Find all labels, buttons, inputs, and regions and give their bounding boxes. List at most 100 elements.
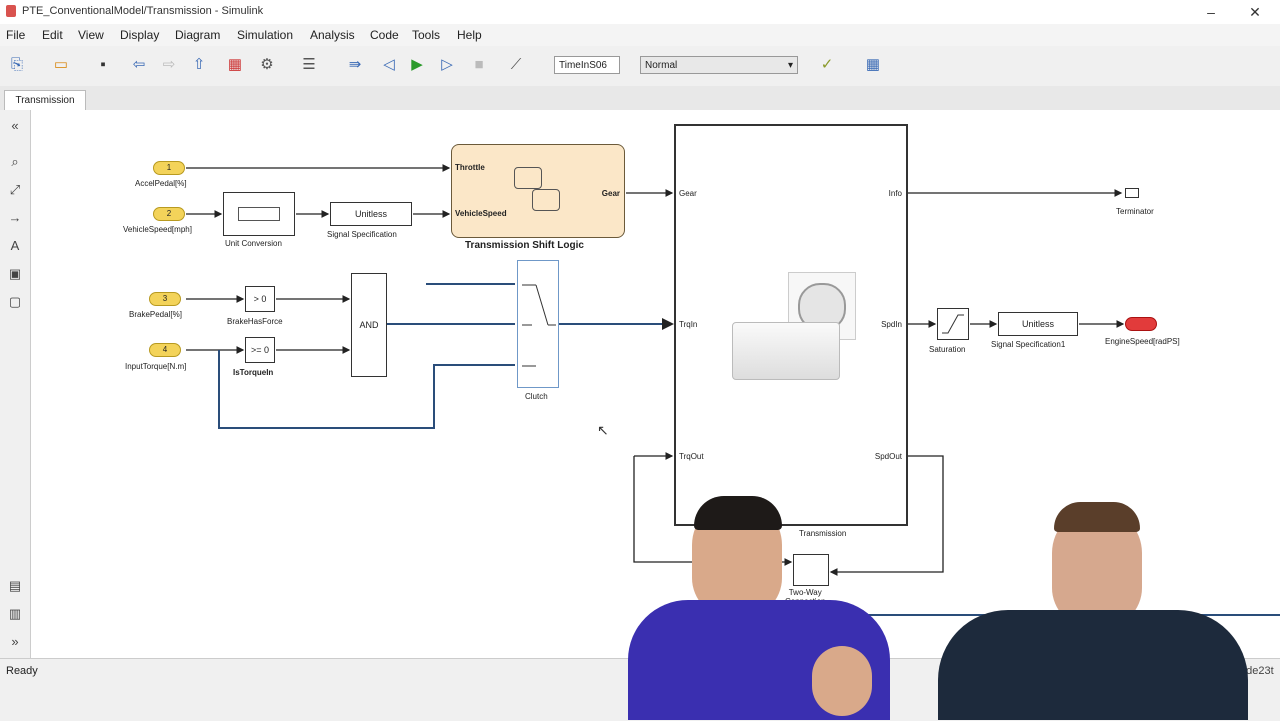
status-text: Ready — [6, 665, 38, 677]
shift-logic-chart[interactable]: Throttle VehicleSpeed Gear — [451, 144, 625, 238]
toolbar: ⎘ ▭ ▪ ⇦ ⇨ ⇧ ▦ ⚙ ☰ ⇛ ◁ ▶ ▷ ■ ⟋ TimeInS06 … — [0, 46, 1280, 87]
inport-4[interactable]: 4 — [149, 343, 181, 357]
terminator-label: Terminator — [1116, 207, 1154, 216]
compare-brake-block[interactable]: > 0 — [245, 286, 275, 312]
tab-transmission[interactable]: Transmission — [4, 90, 86, 111]
terminator-block[interactable] — [1125, 188, 1139, 198]
unit-conversion-label: Unit Conversion — [225, 239, 282, 248]
shift-logic-label: Transmission Shift Logic — [465, 240, 584, 251]
transmission-icon — [732, 322, 840, 380]
and-logic-block[interactable]: AND — [351, 273, 387, 377]
menu-tools[interactable]: Tools — [412, 28, 440, 42]
breadcrumb-tabstrip: Transmission — [0, 86, 1280, 111]
area-icon[interactable]: ▢ — [5, 292, 25, 312]
signal-specification1-label: Signal Specification1 — [991, 340, 1066, 349]
menu-file[interactable]: File — [6, 28, 25, 42]
switch-icon — [522, 284, 556, 367]
open-folder-icon[interactable]: ▭ — [50, 54, 72, 76]
menu-view[interactable]: View — [78, 28, 104, 42]
clutch-label: Clutch — [525, 392, 548, 401]
expand-icon[interactable]: » — [5, 632, 25, 652]
annotation-icon[interactable]: A — [5, 236, 25, 256]
menu-bar: File Edit View Display Diagram Simulatio… — [0, 24, 1280, 46]
port-gear-in: Gear — [679, 189, 697, 198]
property-inspector-icon[interactable]: ▥ — [5, 604, 25, 624]
port-vehiclespeed: VehicleSpeed — [455, 209, 507, 218]
model-explorer-icon[interactable]: ☰ — [298, 54, 320, 76]
step-backward-icon[interactable]: ◁ — [378, 54, 400, 76]
signal-specification1-block[interactable]: Unitless — [998, 312, 1078, 336]
step-back-icon[interactable]: ⇛ — [344, 54, 366, 76]
up-arrow-icon[interactable]: ⇧ — [188, 54, 210, 76]
transmission-subsystem[interactable]: Gear Info TrqIn SpdIn TrqOut SpdOut — [674, 124, 908, 526]
inport-1[interactable]: 1 — [153, 161, 185, 175]
inport-3[interactable]: 3 — [149, 292, 181, 306]
compare-torque-block[interactable]: >= 0 — [245, 337, 275, 363]
inport-2-label: VehicleSpeed[mph] — [123, 225, 192, 234]
menu-help[interactable]: Help — [457, 28, 482, 42]
outport-label: EngineSpeed[radPS] — [1105, 337, 1180, 346]
port-gear-out: Gear — [601, 189, 620, 198]
state-icon-b — [532, 189, 560, 211]
inport-1-label: AccelPedal[%] — [135, 179, 187, 188]
inport-2[interactable]: 2 — [153, 207, 185, 221]
fit-to-view-icon[interactable]: ⤢ — [5, 180, 25, 200]
menu-diagram[interactable]: Diagram — [175, 28, 220, 42]
presenter-video-left — [628, 496, 890, 720]
model-advisor-icon[interactable]: ✓ — [816, 54, 838, 76]
image-icon[interactable]: ▣ — [5, 264, 25, 284]
clutch-switch-block[interactable] — [517, 260, 559, 388]
new-model-icon[interactable]: ⎘ — [6, 54, 28, 76]
arrow-icon[interactable]: → — [5, 208, 25, 228]
run-icon[interactable]: ▶ — [406, 54, 428, 76]
port-trqin: TrqIn — [679, 320, 698, 329]
save-icon[interactable]: ▪ — [92, 54, 114, 76]
stop-time-field[interactable]: TimeInS06 — [554, 56, 620, 74]
hide-explorer-icon[interactable]: « — [5, 116, 25, 136]
back-arrow-icon[interactable]: ⇦ — [128, 54, 150, 76]
zoom-icon[interactable]: ⌕ — [5, 152, 25, 172]
minimize-button[interactable]: – — [1200, 2, 1222, 22]
signal-specification-block[interactable]: Unitless — [330, 202, 412, 226]
compare-torque-label: IsTorqueIn — [233, 368, 274, 377]
stop-icon[interactable]: ■ — [468, 54, 490, 76]
menu-edit[interactable]: Edit — [42, 28, 63, 42]
presenter-shirt-right — [938, 610, 1248, 720]
inport-3-label: BrakePedal[%] — [129, 310, 182, 319]
menu-display[interactable]: Display — [120, 28, 159, 42]
compare-brake-label: BrakeHasForce — [227, 317, 283, 326]
presenter-hand — [812, 646, 872, 716]
step-forward-icon[interactable]: ▷ — [436, 54, 458, 76]
saturation-label: Saturation — [929, 345, 966, 354]
title-bar: PTE_ConventionalModel/Transmission - Sim… — [0, 0, 1280, 25]
unit-conversion-block[interactable] — [223, 192, 295, 236]
port-spdout: SpdOut — [874, 452, 902, 461]
canvas-palette: « ⌕ ⤢ → A ▣ ▢ ▤ ▥ » — [0, 110, 31, 658]
mouse-cursor-icon: ↖ — [597, 422, 609, 438]
state-icon-a — [514, 167, 542, 189]
simulink-app-icon — [6, 5, 16, 17]
library-browser-icon[interactable]: ▦ — [224, 54, 246, 76]
menu-code[interactable]: Code — [370, 28, 399, 42]
forward-arrow-icon[interactable]: ⇨ — [158, 54, 180, 76]
model-browser-icon[interactable]: ▤ — [5, 576, 25, 596]
simulation-mode-value: Normal — [645, 60, 678, 71]
presenter-hair-right — [1054, 502, 1140, 532]
port-trqout: TrqOut — [679, 452, 704, 461]
port-info-out: Info — [888, 189, 902, 198]
outport-engine-speed[interactable] — [1125, 317, 1157, 331]
data-grid-icon[interactable]: ▦ — [862, 54, 884, 76]
menu-analysis[interactable]: Analysis — [310, 28, 355, 42]
saturation-block[interactable] — [937, 308, 969, 340]
chevron-down-icon: ▾ — [787, 60, 793, 71]
scope-icon[interactable]: ⟋ — [505, 54, 527, 76]
window-title: PTE_ConventionalModel/Transmission - Sim… — [22, 5, 264, 17]
menu-simulation[interactable]: Simulation — [237, 28, 293, 42]
signal-specification-label: Signal Specification — [327, 230, 397, 239]
model-settings-gear-icon[interactable]: ⚙ — [256, 54, 278, 76]
inport-4-label: InputTorque[N.m] — [125, 362, 187, 371]
presenter-video-right — [938, 500, 1248, 720]
simulation-mode-select[interactable]: Normal ▾ — [640, 56, 798, 74]
close-button[interactable]: ✕ — [1244, 2, 1266, 22]
saturation-icon — [942, 314, 964, 334]
